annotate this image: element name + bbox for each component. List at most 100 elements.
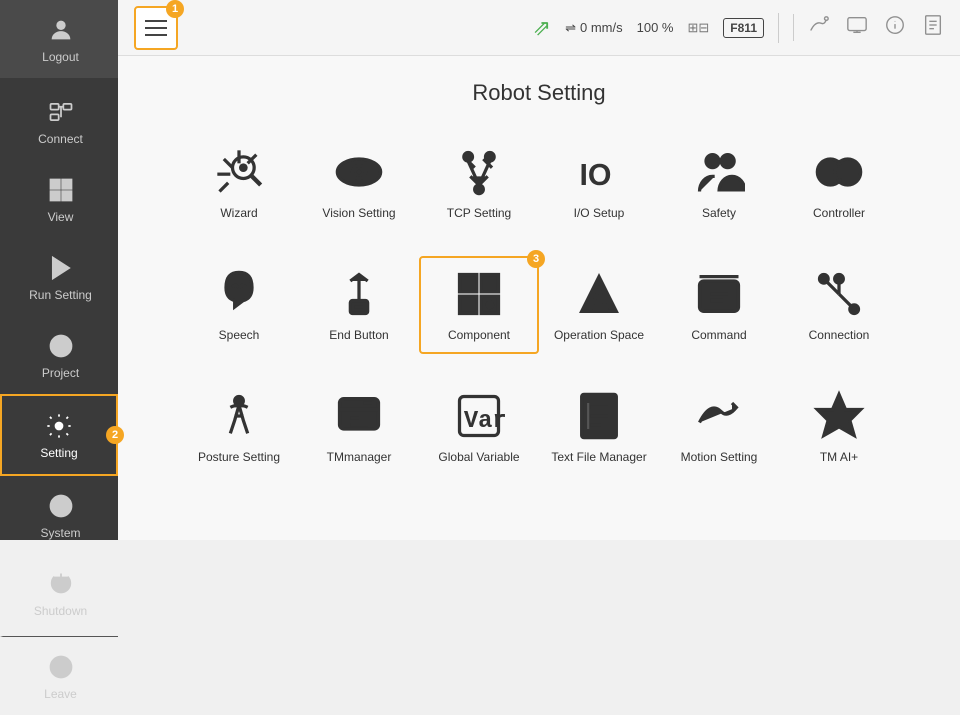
safety-icon [693, 146, 745, 198]
menu-bar-3 [145, 34, 167, 36]
f-badge: F811 [723, 18, 764, 38]
connect-label: Connect [38, 132, 83, 146]
vision-setting-icon [333, 146, 385, 198]
safety-item[interactable]: Safety [659, 134, 779, 232]
project-label: Project [42, 366, 79, 380]
sidebar-item-setting[interactable]: Setting 2 [0, 394, 118, 476]
logout-label: Logout [42, 50, 79, 64]
wizard-icon [213, 146, 265, 198]
grid-row-1: Wizard Vision Setting TCP Setting IO I/O… [158, 134, 920, 232]
vision-setting-label: Vision Setting [322, 206, 395, 220]
sidebar: Logout Connect View Run Setting Project … [0, 0, 118, 540]
grid-row-3: Posture Setting TMmanager Var Global Var… [158, 378, 920, 476]
connect-icon [45, 96, 77, 128]
tmmanager-label: TMmanager [327, 450, 392, 464]
svg-text:IO: IO [580, 159, 612, 192]
speech-item[interactable]: Speech [179, 256, 299, 354]
leave-icon [45, 651, 77, 683]
controller-label: Controller [813, 206, 865, 220]
view-icon [45, 174, 77, 206]
tm-ai-plus-icon [813, 390, 865, 442]
sidebar-item-system[interactable]: System [0, 476, 118, 554]
page-title: Robot Setting [158, 80, 920, 106]
svg-text:Var: Var [464, 408, 505, 435]
posture-setting-label: Posture Setting [198, 450, 280, 464]
io-setup-item[interactable]: IO I/O Setup [539, 134, 659, 232]
setting-icon [43, 410, 75, 442]
io-setup-icon: IO [573, 146, 625, 198]
run-setting-icon [45, 252, 77, 284]
menu-button[interactable]: 1 [134, 6, 178, 50]
io-setup-label: I/O Setup [574, 206, 625, 220]
logout-icon [45, 14, 77, 46]
coord-icon: ⊞⊟ [688, 20, 710, 36]
speed-value: 0 mm/s [580, 20, 623, 35]
setting-label: Setting [40, 446, 77, 460]
safety-label: Safety [702, 206, 736, 220]
robot-status-icon: ⇗ [533, 15, 551, 41]
component-item[interactable]: 3 Component [419, 256, 539, 354]
vision-setting-item[interactable]: Vision Setting [299, 134, 419, 232]
command-label: Command [691, 328, 746, 342]
global-variable-item[interactable]: Var Global Variable [419, 378, 539, 476]
component-label: Component [448, 328, 510, 342]
sidebar-item-view[interactable]: View [0, 160, 118, 238]
tcp-setting-item[interactable]: TCP Setting [419, 134, 539, 232]
content: Robot Setting Wizard Vision Setting TCP … [118, 56, 960, 540]
controller-icon [813, 146, 865, 198]
end-button-item[interactable]: End Button [299, 256, 419, 354]
command-item[interactable]: Command [659, 256, 779, 354]
end-button-icon [333, 268, 385, 320]
text-file-manager-icon [573, 390, 625, 442]
controller-item[interactable]: Controller [779, 134, 899, 232]
sidebar-item-shutdown[interactable]: Shutdown [0, 554, 118, 632]
main-area: 1 ⇗ ⇌ 0 mm/s 100 % ⊞⊟ F811 [118, 0, 960, 540]
topbar-separator [778, 13, 779, 43]
menu-badge: 1 [166, 0, 184, 18]
percent-value: 100 % [637, 20, 674, 35]
display-icon[interactable] [846, 14, 868, 41]
topbar-status: ⇗ ⇌ 0 mm/s 100 % ⊞⊟ F811 [533, 13, 944, 43]
setting-badge: 2 [106, 426, 124, 444]
connection-icon [813, 268, 865, 320]
motion-setting-item[interactable]: Motion Setting [659, 378, 779, 476]
info-icon[interactable] [884, 14, 906, 41]
tmmanager-icon [333, 390, 385, 442]
end-button-label: End Button [329, 328, 388, 342]
operation-space-item[interactable]: Operation Space [539, 256, 659, 354]
tm-ai-plus-label: TM AI+ [820, 450, 858, 464]
menu-bar-2 [145, 27, 167, 29]
connection-item[interactable]: Connection [779, 256, 899, 354]
text-file-manager-label: Text File Manager [551, 450, 646, 464]
sidebar-item-project[interactable]: Project [0, 316, 118, 394]
topbar-icons [793, 14, 944, 41]
shutdown-label: Shutdown [34, 604, 87, 618]
speed-icon: ⇌ [565, 20, 576, 36]
system-label: System [40, 526, 80, 540]
posture-setting-icon [213, 390, 265, 442]
operation-space-label: Operation Space [554, 328, 644, 342]
component-icon [453, 268, 505, 320]
tmmanager-item[interactable]: TMmanager [299, 378, 419, 476]
tcp-setting-icon [453, 146, 505, 198]
robot-arm-icon[interactable] [808, 14, 830, 41]
text-file-manager-item[interactable]: Text File Manager [539, 378, 659, 476]
sidebar-item-leave[interactable]: Leave [0, 636, 118, 715]
doc-icon[interactable] [922, 14, 944, 41]
tcp-setting-label: TCP Setting [447, 206, 511, 220]
speed-display: ⇌ 0 mm/s [565, 20, 623, 36]
global-variable-icon: Var [453, 390, 505, 442]
global-variable-label: Global Variable [438, 450, 519, 464]
run-setting-label: Run Setting [29, 288, 92, 302]
sidebar-item-run-setting[interactable]: Run Setting [0, 238, 118, 316]
sidebar-item-connect[interactable]: Connect [0, 82, 118, 160]
topbar: 1 ⇗ ⇌ 0 mm/s 100 % ⊞⊟ F811 [118, 0, 960, 56]
grid-row-2: Speech End Button 3 Component Operation … [158, 256, 920, 354]
tm-ai-plus-item[interactable]: TM AI+ [779, 378, 899, 476]
posture-setting-item[interactable]: Posture Setting [179, 378, 299, 476]
sidebar-item-logout[interactable]: Logout [0, 0, 118, 78]
system-icon [45, 490, 77, 522]
operation-space-icon [573, 268, 625, 320]
wizard-item[interactable]: Wizard [179, 134, 299, 232]
connection-label: Connection [809, 328, 870, 342]
